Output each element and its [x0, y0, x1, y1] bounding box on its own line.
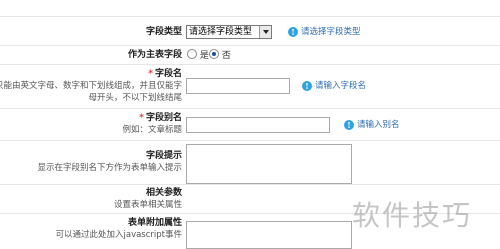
field-name-hint: ! 请输入字段名 — [302, 80, 366, 92]
as-main-field-label: 作为主表字段 — [127, 50, 182, 60]
form-extra-attrs-label: 表单附加属性 — [127, 218, 182, 228]
field-alias-desc: 例如：文章标题 — [122, 125, 182, 135]
radio-option-yes[interactable]: 是 — [187, 49, 209, 62]
row-divider — [0, 184, 500, 185]
field-name-desc-2: 母开头，不以下划线结尾 — [88, 93, 182, 103]
field-type-select-value: 请选择字段类型 — [189, 27, 253, 37]
radio-no[interactable] — [209, 49, 219, 59]
required-mark: * — [148, 69, 153, 79]
field-name-label: * 字段名 — [148, 68, 182, 80]
info-icon: ! — [288, 27, 298, 37]
field-tip-textarea[interactable] — [186, 144, 352, 184]
field-type-hint: ! 请选择字段类型 — [288, 26, 361, 38]
watermark-text: 软件技巧 — [352, 199, 473, 232]
field-name-input[interactable] — [186, 78, 290, 94]
field-alias-input[interactable] — [186, 117, 330, 133]
field-alias-hint-text: 请输入别名 — [357, 120, 400, 130]
related-params-desc: 设置表单相关属性 — [113, 200, 182, 210]
form-extra-attrs-textarea[interactable] — [186, 221, 352, 249]
field-alias-title: 字段别名 — [145, 113, 182, 123]
chevron-down-icon[interactable] — [259, 26, 271, 38]
form-extra-attrs-desc: 可以通过此处加入javascript事件 — [55, 230, 183, 240]
field-tip-label: 字段提示 — [145, 151, 182, 161]
radio-no-label: 否 — [221, 51, 231, 61]
field-name-hint-text: 请输入字段名 — [315, 81, 367, 91]
field-tip-desc: 显示在字段别名下方作为表单输入提示 — [37, 163, 182, 173]
required-mark: * — [139, 113, 144, 123]
field-alias-label: * 字段别名 — [139, 112, 182, 124]
related-params-label: 相关参数 — [145, 188, 182, 198]
field-name-desc-1: 只能由英文字母、数字和下划线组成，并且仅能字 — [0, 81, 182, 91]
field-type-select[interactable]: 请选择字段类型 — [186, 25, 272, 39]
row-divider — [0, 64, 500, 65]
field-type-label: 字段类型 — [145, 27, 182, 37]
info-icon: ! — [344, 120, 354, 130]
radio-yes[interactable] — [187, 49, 197, 59]
field-name-title: 字段名 — [154, 69, 182, 79]
row-divider — [0, 16, 500, 17]
row-divider — [0, 108, 500, 109]
info-icon: ! — [302, 81, 312, 91]
field-type-hint-text: 请选择字段类型 — [301, 27, 361, 37]
row-divider — [0, 45, 500, 46]
radio-yes-label: 是 — [199, 51, 209, 61]
row-divider — [0, 140, 500, 141]
radio-option-no[interactable]: 否 — [209, 49, 231, 62]
field-alias-hint: ! 请输入别名 — [344, 119, 400, 131]
